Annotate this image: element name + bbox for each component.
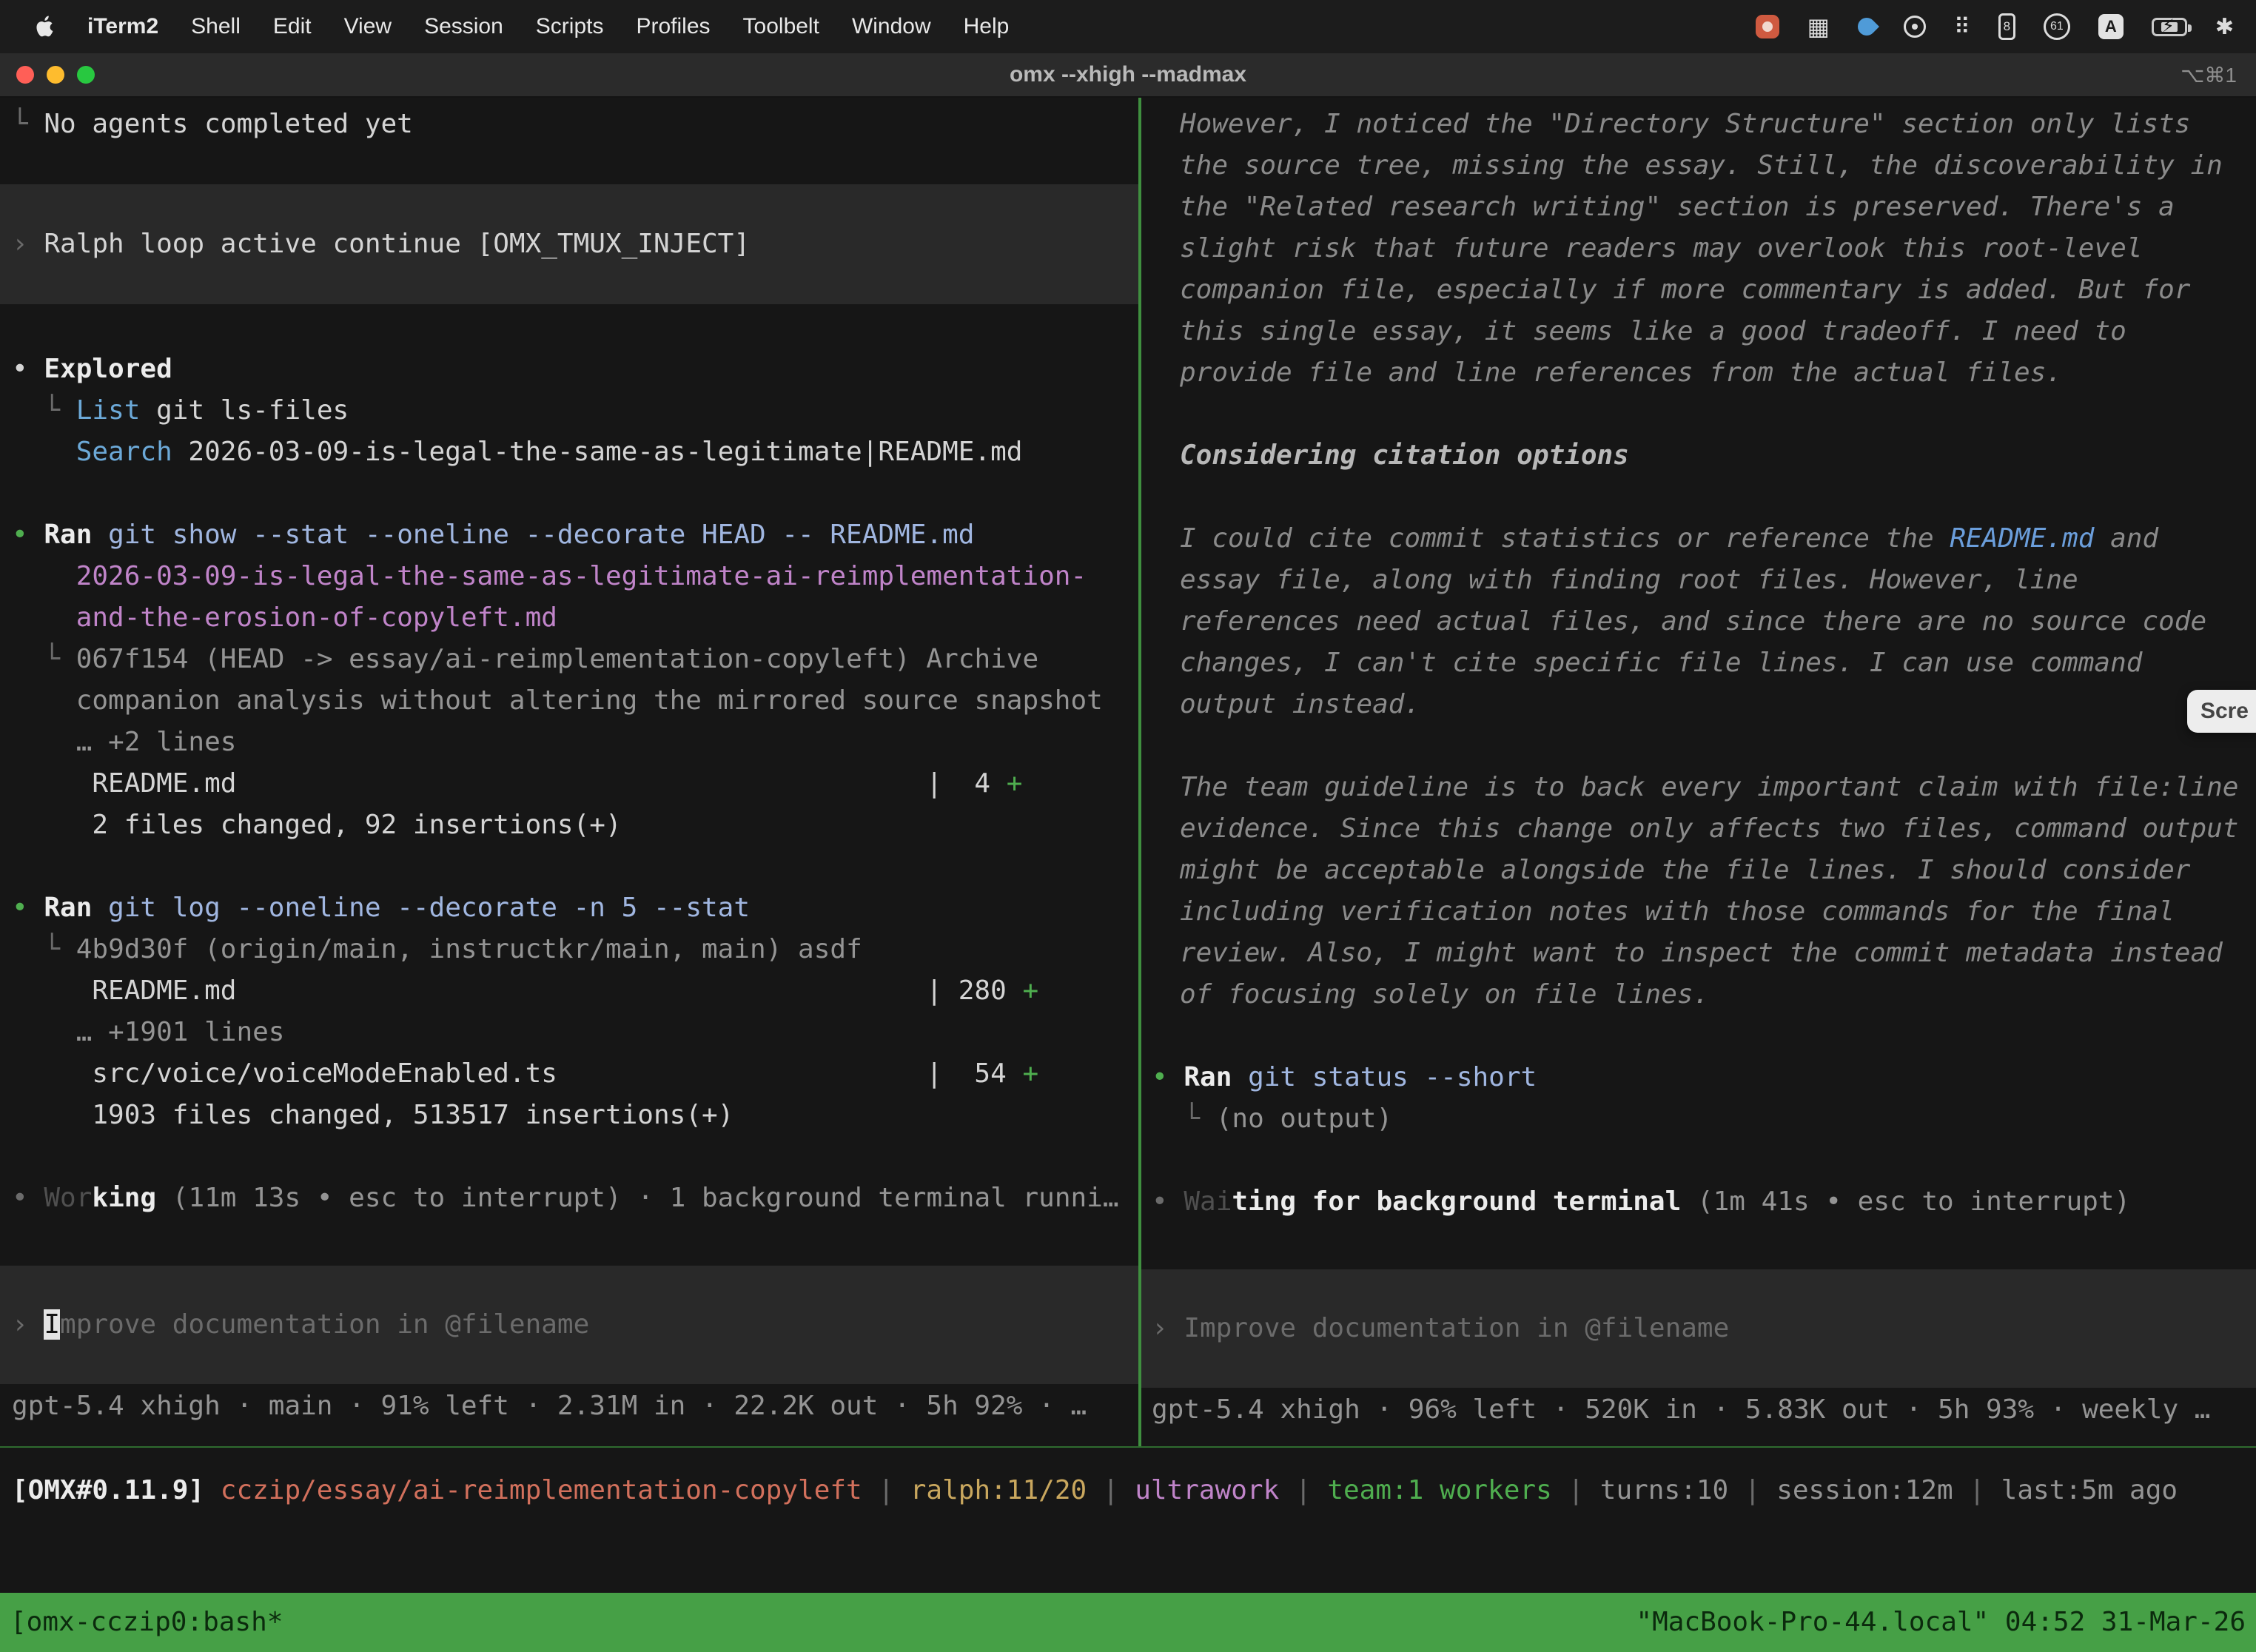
ran-command-line: • Ran git show --stat --oneline --decora…	[12, 514, 1138, 556]
working-status-line: • Working (11m 13s • esc to interrupt) ·…	[12, 1178, 1138, 1219]
zoom-button[interactable]	[77, 66, 95, 84]
agents-status-line: └ No agents completed yet	[12, 104, 1138, 145]
thinking-paragraph: I could cite commit statistics or refere…	[1152, 518, 2256, 725]
model-status-line: gpt-5.4 xhigh · main · 91% left · 2.31M …	[12, 1386, 1138, 1427]
waiting-status-line: • Waiting for background terminal (1m 41…	[1152, 1181, 2256, 1223]
macos-menubar: iTerm2 Shell Edit View Session Scripts P…	[0, 0, 2256, 53]
menu-app-name[interactable]: iTerm2	[71, 14, 175, 39]
command-output: └ (no output)	[1152, 1098, 2256, 1140]
command-output: README.md | 4 +	[12, 763, 1138, 805]
iphone-icon[interactable]: 8	[1998, 13, 2015, 40]
charging-bolt-icon: ⚡	[2162, 16, 2175, 36]
command-output: src/voice/voiceModeEnabled.ts | 54 +	[12, 1053, 1138, 1095]
menu-scripts[interactable]: Scripts	[520, 14, 620, 39]
command-output: … +1901 lines	[12, 1012, 1138, 1053]
tmux-session-label: [omx-cczip0:bash*	[10, 1593, 283, 1652]
command-output: └ 4b9d30f (origin/main, instructkr/main,…	[12, 929, 1138, 970]
dots-grid-icon[interactable]: ⠿	[1954, 14, 1970, 40]
ran-command-line: • Ran git log --oneline --decorate -n 5 …	[12, 887, 1138, 929]
traffic-lights	[0, 66, 95, 84]
terminal-line	[12, 473, 1138, 514]
thinking-heading: Considering citation options	[1152, 435, 2256, 477]
menu-shell[interactable]: Shell	[175, 14, 257, 39]
ran-command-line: • Ran git status --short	[1152, 1057, 2256, 1098]
minimize-button[interactable]	[47, 66, 64, 84]
battery-icon[interactable]: ⚡	[2152, 18, 2187, 36]
grid-icon[interactable]: ▦	[1807, 13, 1830, 41]
terminal-line	[1152, 477, 2256, 518]
model-status-line: gpt-5.4 xhigh · 96% left · 520K in · 5.8…	[1152, 1389, 2256, 1431]
terminal-line	[1152, 1140, 2256, 1181]
omx-status-bar: [OMX#0.11.9] cczip/essay/ai-reimplementa…	[0, 1446, 2256, 1593]
menu-toolbelt[interactable]: Toolbelt	[727, 14, 836, 39]
command-output: 2 files changed, 92 insertions(+)	[12, 805, 1138, 846]
terminal-line	[12, 1136, 1138, 1178]
thinking-paragraph: However, I noticed the "Directory Struct…	[1152, 104, 2256, 394]
command-output: 1903 files changed, 513517 insertions(+)	[12, 1095, 1138, 1136]
command-output: 2026-03-09-is-legal-the-same-as-legitima…	[12, 556, 1138, 597]
prompt-input[interactable]: › Improve documentation in @filename	[1141, 1269, 2256, 1388]
menu-profiles[interactable]: Profiles	[620, 14, 726, 39]
menu-help[interactable]: Help	[947, 14, 1026, 39]
command-output: and-the-erosion-of-copyleft.md	[12, 597, 1138, 639]
window-titlebar[interactable]: omx --xhigh --madmax ⌥⌘1	[0, 53, 2256, 98]
explored-item: Search 2026-03-09-is-legal-the-same-as-l…	[12, 432, 1138, 473]
window-shortcut-badge: ⌥⌘1	[2181, 63, 2237, 87]
disc-icon[interactable]	[1904, 16, 1926, 38]
terminal-content: └ No agents completed yet › Ralph loop ac…	[0, 98, 2256, 1446]
menu-window[interactable]: Window	[836, 14, 947, 39]
screen-edge-tab[interactable]: Scre	[2187, 690, 2256, 733]
menubar-menus: iTerm2 Shell Edit View Session Scripts P…	[0, 14, 1025, 39]
screen-recording-icon[interactable]	[1756, 15, 1779, 38]
menubar-status-icons: ▦ ⠿ 8 61 A ⚡ ✱	[1756, 13, 2256, 41]
menu-view[interactable]: View	[328, 14, 408, 39]
explored-item: └ List git ls-files	[12, 390, 1138, 432]
apple-menu-icon[interactable]	[21, 14, 71, 39]
left-pane: └ No agents completed yet › Ralph loop ac…	[0, 98, 1138, 1446]
macos-desktop: iTerm2 Shell Edit View Session Scripts P…	[0, 0, 2256, 1652]
command-output: … +2 lines	[12, 722, 1138, 763]
explored-header: • Explored	[12, 349, 1138, 390]
terminal-line	[1152, 394, 2256, 435]
tmux-host-time: "MacBook-Pro-44.local" 04:52 31-Mar-26	[1636, 1593, 2246, 1652]
terminal-line	[12, 846, 1138, 887]
right-pane: However, I noticed the "Directory Struct…	[1141, 98, 2256, 1446]
omx-session-status: [OMX#0.11.9] cczip/essay/ai-reimplementa…	[12, 1470, 2244, 1511]
tmux-status-bar: [omx-cczip0:bash* "MacBook-Pro-44.local"…	[0, 1593, 2256, 1652]
window-title: omx --xhigh --madmax	[1010, 62, 1246, 87]
close-button[interactable]	[16, 66, 34, 84]
terminal-line	[1152, 1015, 2256, 1057]
terminal-line	[1152, 725, 2256, 767]
prompt-input[interactable]: › Improve documentation in @filename	[0, 1266, 1138, 1384]
menu-session[interactable]: Session	[408, 14, 520, 39]
command-output: companion analysis without altering the …	[12, 680, 1138, 722]
input-source-icon[interactable]: A	[2098, 14, 2124, 39]
battery-gauge-icon[interactable]: 61	[2044, 13, 2070, 40]
thinking-paragraph: The team guideline is to back every impo…	[1152, 767, 2256, 1015]
menu-edit[interactable]: Edit	[257, 14, 328, 39]
ralph-loop-banner: › Ralph loop active continue [OMX_TMUX_I…	[0, 184, 1138, 304]
command-output: └ 067f154 (HEAD -> essay/ai-reimplementa…	[12, 639, 1138, 680]
command-output: README.md | 280 +	[12, 970, 1138, 1012]
droplet-icon[interactable]	[1854, 14, 1879, 39]
fan-icon[interactable]: ✱	[2215, 14, 2234, 40]
